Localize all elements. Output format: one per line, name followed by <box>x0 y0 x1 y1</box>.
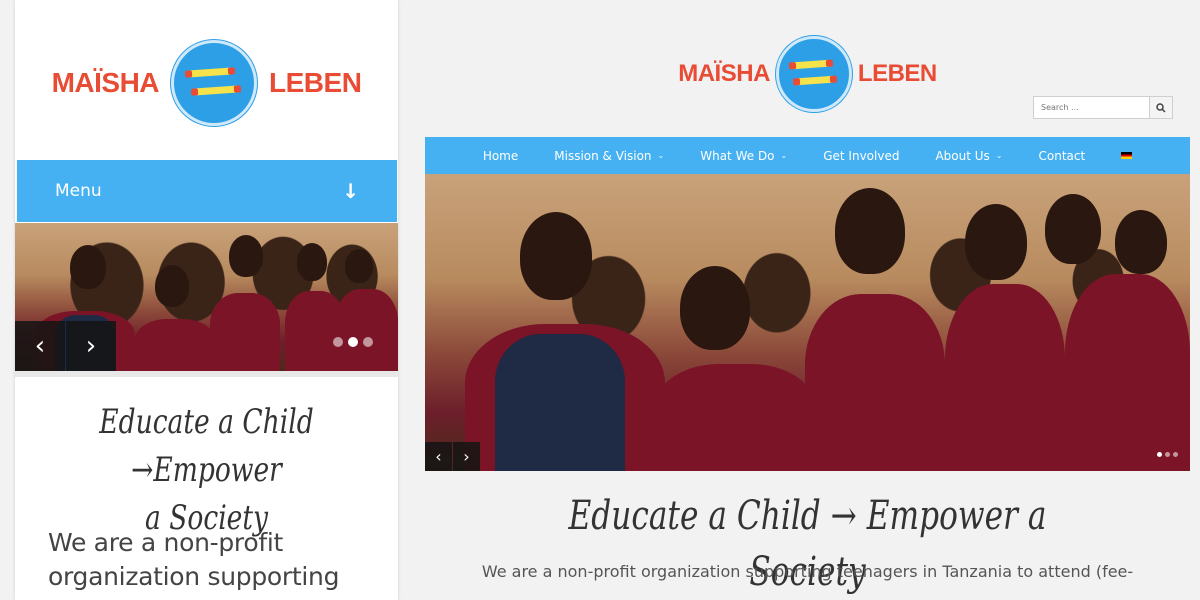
hero-slider: ‹ › <box>15 223 398 371</box>
intro-text: We are a non-profit organization support… <box>481 562 1134 581</box>
chevron-down-icon: ⌄ <box>995 151 1003 160</box>
language-switch[interactable] <box>1103 152 1150 159</box>
menu-toggle[interactable]: Menu ↓ <box>17 160 397 222</box>
slider-dots <box>1157 452 1178 457</box>
slider-dot[interactable] <box>333 337 343 347</box>
divider <box>15 371 398 377</box>
site-logo[interactable]: MAÏSHA LEBEN <box>15 38 398 128</box>
slider-next-button[interactable]: › <box>453 442 480 471</box>
desktop-view: MAÏSHA LEBEN Home Mission & Vision⌄ What… <box>425 0 1190 600</box>
logo-right-word: LEBEN <box>269 67 362 98</box>
slider-dot[interactable] <box>1165 452 1170 457</box>
pencils-logo-icon <box>775 36 852 112</box>
logo-right-word: LEBEN <box>857 60 937 87</box>
tagline: Educate a Child →Empower a Society <box>49 398 363 542</box>
search-input[interactable] <box>1034 97 1149 118</box>
logo-left-word: MAÏSHA <box>678 60 770 87</box>
menu-label: Menu <box>55 181 102 201</box>
tagline: Educate a Child → Empower a Society <box>568 493 1047 595</box>
slider-dot[interactable] <box>1173 452 1178 457</box>
arrow-down-icon: ↓ <box>342 179 359 203</box>
slider-dot[interactable] <box>363 337 373 347</box>
nav-item-about[interactable]: About Us ⌄ <box>917 149 1020 163</box>
search-icon <box>1156 102 1166 113</box>
logo-left-word: MAÏSHA <box>51 67 160 98</box>
slider-prev-button[interactable]: ‹ <box>15 321 65 371</box>
search-form <box>1033 96 1173 119</box>
pencils-logo-icon <box>171 40 258 126</box>
intro-text: We are a non-profit organization support… <box>48 526 378 594</box>
nav-item-what-we-do[interactable]: What We Do ⌄ <box>682 149 805 163</box>
slider-dot[interactable] <box>348 337 358 347</box>
chevron-down-icon: ⌄ <box>657 151 665 160</box>
main-nav: Home Mission & Vision ⌄ What We Do ⌄ Get I… <box>425 137 1190 174</box>
intro-line: organization supporting <box>48 562 340 591</box>
tagline-line: Educate a Child →Empower <box>99 402 314 490</box>
chevron-down-icon: ⌄ <box>780 151 788 160</box>
slider-next-button[interactable]: › <box>66 321 116 371</box>
intro-line: We are a non-profit <box>48 528 283 557</box>
mobile-view: MAÏSHA LEBEN Menu ↓ ‹ › Educate a Child … <box>15 0 398 600</box>
slider-dot[interactable] <box>1157 452 1162 457</box>
nav-item-contact[interactable]: Contact <box>1021 149 1104 163</box>
nav-item-mission[interactable]: Mission & Vision ⌄ <box>536 149 682 163</box>
search-button[interactable] <box>1149 97 1172 118</box>
german-flag-icon <box>1121 152 1133 159</box>
slider-dots <box>333 337 373 347</box>
nav-item-home[interactable]: Home <box>465 149 536 163</box>
hero-slider: ‹ › <box>425 174 1190 471</box>
slider-prev-button[interactable]: ‹ <box>425 442 452 471</box>
nav-item-get-involved[interactable]: Get Involved <box>805 149 917 163</box>
